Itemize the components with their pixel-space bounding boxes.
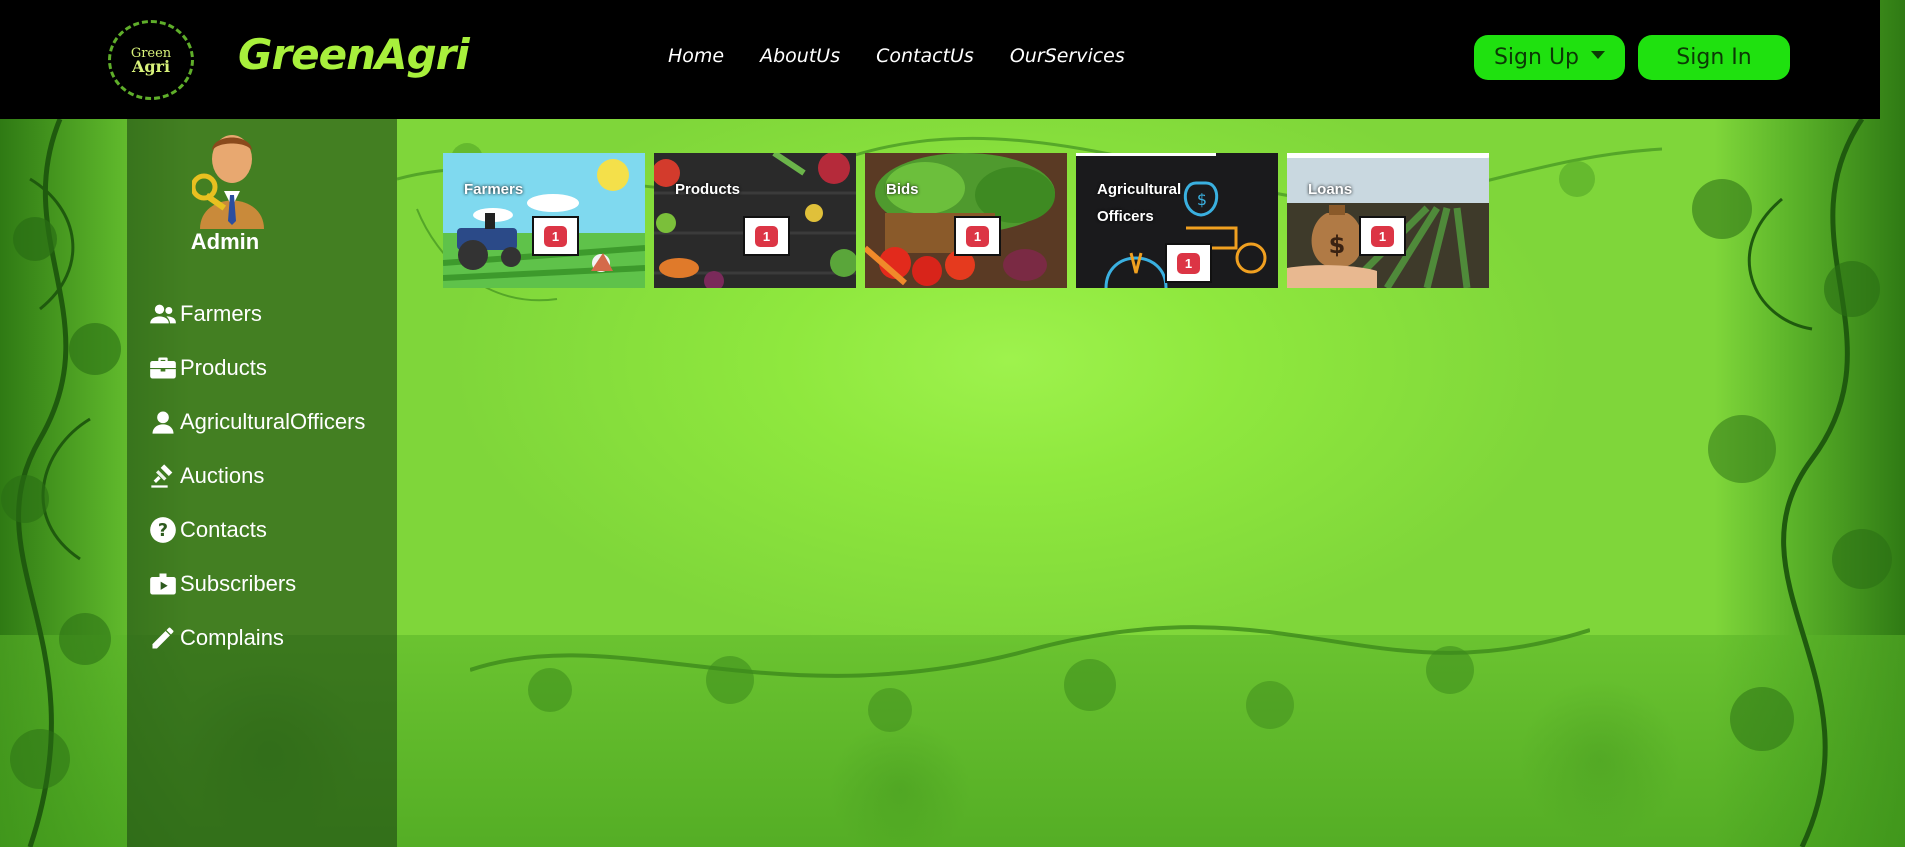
sidebar-item-complains[interactable]: Complains bbox=[149, 611, 365, 665]
card-title: Bids bbox=[886, 181, 919, 198]
admin-role-label: Admin bbox=[190, 229, 260, 254]
main-nav: Home AboutUs ContactUs OurServices bbox=[668, 45, 1125, 67]
gavel-icon bbox=[151, 464, 173, 488]
svg-text:$: $ bbox=[1329, 231, 1346, 259]
sidebar-menu: Farmers Products AgriculturalOfficers Au… bbox=[149, 287, 365, 665]
site-logo[interactable]: Green Agri bbox=[108, 20, 194, 100]
count-badge: 1 bbox=[543, 225, 568, 247]
nav-home-link[interactable]: Home bbox=[668, 45, 724, 67]
sidebar-item-farmers[interactable]: Farmers bbox=[149, 287, 365, 341]
card-title: Farmers bbox=[464, 181, 524, 198]
sidebar-item-auctions[interactable]: Auctions bbox=[149, 449, 365, 503]
card-title: Agricultural Officers bbox=[1097, 181, 1182, 225]
sidebar-item-agriculturalofficers[interactable]: AgriculturalOfficers bbox=[149, 395, 365, 449]
sidebar-item-label: Contacts bbox=[180, 517, 267, 542]
sidebar-item-products[interactable]: Products bbox=[149, 341, 365, 395]
brand-name[interactable]: GreenAgri bbox=[238, 30, 470, 79]
play-briefcase-icon bbox=[150, 573, 176, 595]
card-loans[interactable]: $ Loans 1 bbox=[1287, 153, 1489, 288]
count-badge: 1 bbox=[1370, 225, 1395, 247]
admin-avatar-icon bbox=[192, 135, 264, 229]
sidebar-item-label: Subscribers bbox=[180, 571, 297, 596]
sidebar-item-contacts[interactable]: ? Contacts bbox=[149, 503, 365, 557]
card-bids[interactable]: Bids 1 bbox=[865, 153, 1067, 288]
top-navbar: Green Agri GreenAgri Home AboutUs Contac… bbox=[0, 0, 1880, 119]
person-icon bbox=[152, 411, 174, 434]
svg-text:?: ? bbox=[158, 521, 168, 541]
logo-text-agri: Agri bbox=[131, 57, 171, 76]
dashboard-cards: Farmers 1 Products 1 Bids 1 $ Agricultur… bbox=[443, 153, 1489, 288]
pencil-icon bbox=[152, 627, 174, 649]
right-vine-decoration bbox=[1692, 119, 1892, 847]
sign-in-button[interactable]: Sign In bbox=[1638, 35, 1790, 80]
admin-sidebar: Admin Farmers Products AgriculturalOffic… bbox=[127, 119, 397, 847]
sign-in-label: Sign In bbox=[1676, 45, 1752, 70]
card-title: Products bbox=[675, 181, 741, 198]
nav-aboutus-link[interactable]: AboutUs bbox=[760, 45, 840, 67]
count-badge: 1 bbox=[754, 225, 779, 247]
nav-contactus-link[interactable]: ContactUs bbox=[876, 45, 974, 67]
card-agricultural-officers[interactable]: $ Agricultural Officers 1 bbox=[1076, 153, 1278, 288]
card-title: Loans bbox=[1308, 181, 1353, 198]
sidebar-item-label: Auctions bbox=[180, 463, 265, 488]
card-products[interactable]: Products 1 bbox=[654, 153, 856, 288]
briefcase-icon bbox=[150, 357, 176, 379]
sidebar-item-label: Products bbox=[180, 355, 267, 380]
sidebar-item-subscribers[interactable]: Subscribers bbox=[149, 557, 365, 611]
sidebar-item-label: Farmers bbox=[180, 301, 262, 326]
count-badge: 1 bbox=[1176, 252, 1201, 274]
sign-up-dropdown-button[interactable]: Sign Up bbox=[1474, 35, 1625, 80]
left-vine-decoration bbox=[1, 119, 121, 847]
card-count-box: 1 bbox=[1165, 243, 1212, 283]
sign-up-label: Sign Up bbox=[1493, 45, 1580, 70]
bottom-vine-decoration bbox=[470, 625, 1590, 732]
sidebar-item-label: Complains bbox=[180, 625, 284, 650]
sidebar-item-label: AgriculturalOfficers bbox=[180, 409, 366, 434]
card-count-box: 1 bbox=[1359, 216, 1406, 256]
card-count-box: 1 bbox=[954, 216, 1001, 256]
caret-down-icon bbox=[1591, 50, 1606, 59]
nav-ourservices-link[interactable]: OurServices bbox=[1010, 45, 1125, 67]
question-icon: ? bbox=[150, 517, 176, 543]
users-icon bbox=[150, 304, 176, 324]
card-farmers[interactable]: Farmers 1 bbox=[443, 153, 645, 288]
card-count-box: 1 bbox=[743, 216, 790, 256]
count-badge: 1 bbox=[965, 225, 990, 247]
svg-text:$: $ bbox=[1197, 190, 1207, 209]
card-count-box: 1 bbox=[532, 216, 579, 256]
